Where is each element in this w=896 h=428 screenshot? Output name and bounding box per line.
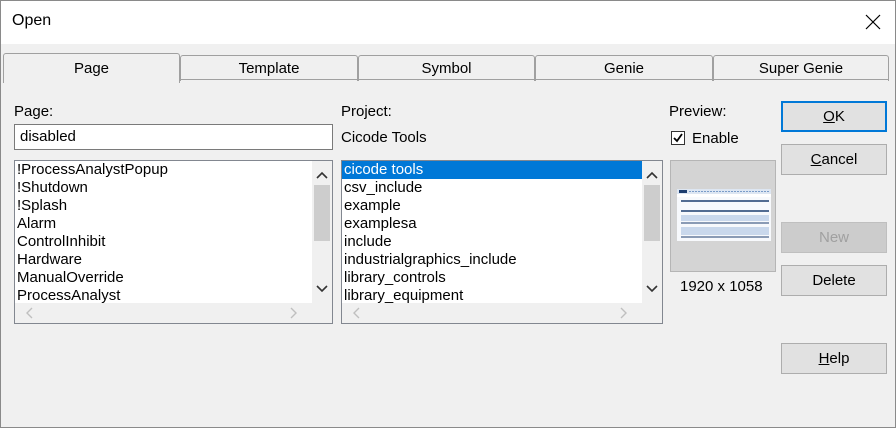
scroll-up-button[interactable] [312,165,332,185]
enable-preview-label: Enable [692,130,739,147]
help-label: elp [829,350,850,367]
project-horizontal-scrollbar[interactable] [342,303,662,323]
list-item[interactable]: Hardware [15,251,312,269]
list-item[interactable]: ControlInhibit [15,233,312,251]
tab-template[interactable]: Template [180,55,358,81]
preview-thumbnail-graphic [677,189,771,241]
chevron-down-icon [316,285,328,293]
list-item-selected[interactable]: cicode tools [342,161,642,179]
tab-symbol[interactable]: Symbol [358,55,535,81]
title-bar: Open [0,0,896,44]
list-item[interactable]: example [342,197,642,215]
chevron-left-icon [26,307,33,319]
help-button[interactable]: Help [781,343,887,374]
list-item[interactable]: !ProcessAnalystPopup [15,161,312,179]
project-label: Project: [341,103,392,120]
page-label: Page: [14,103,54,120]
scroll-right-button[interactable] [284,303,304,323]
scroll-up-button[interactable] [642,165,662,185]
cancel-button[interactable]: Cancel [781,144,887,175]
page-preview [670,160,776,272]
chevron-up-icon [646,171,658,179]
scroll-left-button[interactable] [19,303,39,323]
list-item[interactable]: industrialgraphics_include [342,251,642,269]
scroll-down-button[interactable] [642,279,662,299]
close-button[interactable] [860,9,886,35]
preview-label: Preview: [669,103,727,120]
page-listbox[interactable]: !ProcessAnalystPopup !Shutdown !Splash A… [14,160,333,324]
list-item[interactable]: library_equipment [342,287,642,303]
scroll-down-button[interactable] [312,279,332,299]
cancel-label: ancel [821,151,858,168]
scroll-thumb[interactable] [644,185,660,241]
current-project-name: Cicode Tools [341,129,427,146]
close-icon [865,14,881,30]
list-item[interactable]: csv_include [342,179,642,197]
preview-thumbnail [677,189,771,241]
page-list-items: !ProcessAnalystPopup !Shutdown !Splash A… [15,161,312,303]
list-item[interactable]: library_controls [342,269,642,287]
chevron-right-icon [620,307,627,319]
new-button[interactable]: New [781,222,887,253]
list-item[interactable]: include [342,233,642,251]
chevron-up-icon [316,171,328,179]
project-vertical-scrollbar[interactable] [642,161,662,303]
tab-genie[interactable]: Genie [535,55,713,81]
list-item[interactable]: examplesa [342,215,642,233]
list-item[interactable]: ManualOverride [15,269,312,287]
ok-label: K [834,108,845,125]
list-item[interactable]: !Splash [15,197,312,215]
help-mnemonic: H [818,350,830,367]
ok-mnemonic: O [823,108,835,125]
scroll-right-button[interactable] [614,303,634,323]
list-item[interactable]: ProcessAnalyst [15,287,312,303]
checkmark-icon [673,133,683,143]
tab-super-genie[interactable]: Super Genie [713,55,889,81]
delete-button[interactable]: Delete [781,265,887,296]
project-listbox[interactable]: cicode tools csv_include example example… [341,160,663,324]
enable-preview-checkbox[interactable] [671,131,685,145]
list-item[interactable]: Alarm [15,215,312,233]
tab-page[interactable]: Page [3,53,180,83]
page-horizontal-scrollbar[interactable] [15,303,332,323]
page-name-input[interactable]: disabled [14,124,333,150]
window-title: Open [12,12,52,29]
chevron-right-icon [290,307,297,319]
cancel-mnemonic: C [810,151,822,168]
preview-resolution: 1920 x 1058 [680,278,763,295]
project-list-items: cicode tools csv_include example example… [342,161,642,303]
chevron-down-icon [646,285,658,293]
list-item[interactable]: !Shutdown [15,179,312,197]
ok-button[interactable]: OK [781,101,887,132]
scroll-thumb[interactable] [314,185,330,241]
scroll-left-button[interactable] [346,303,366,323]
chevron-left-icon [353,307,360,319]
page-vertical-scrollbar[interactable] [312,161,332,303]
